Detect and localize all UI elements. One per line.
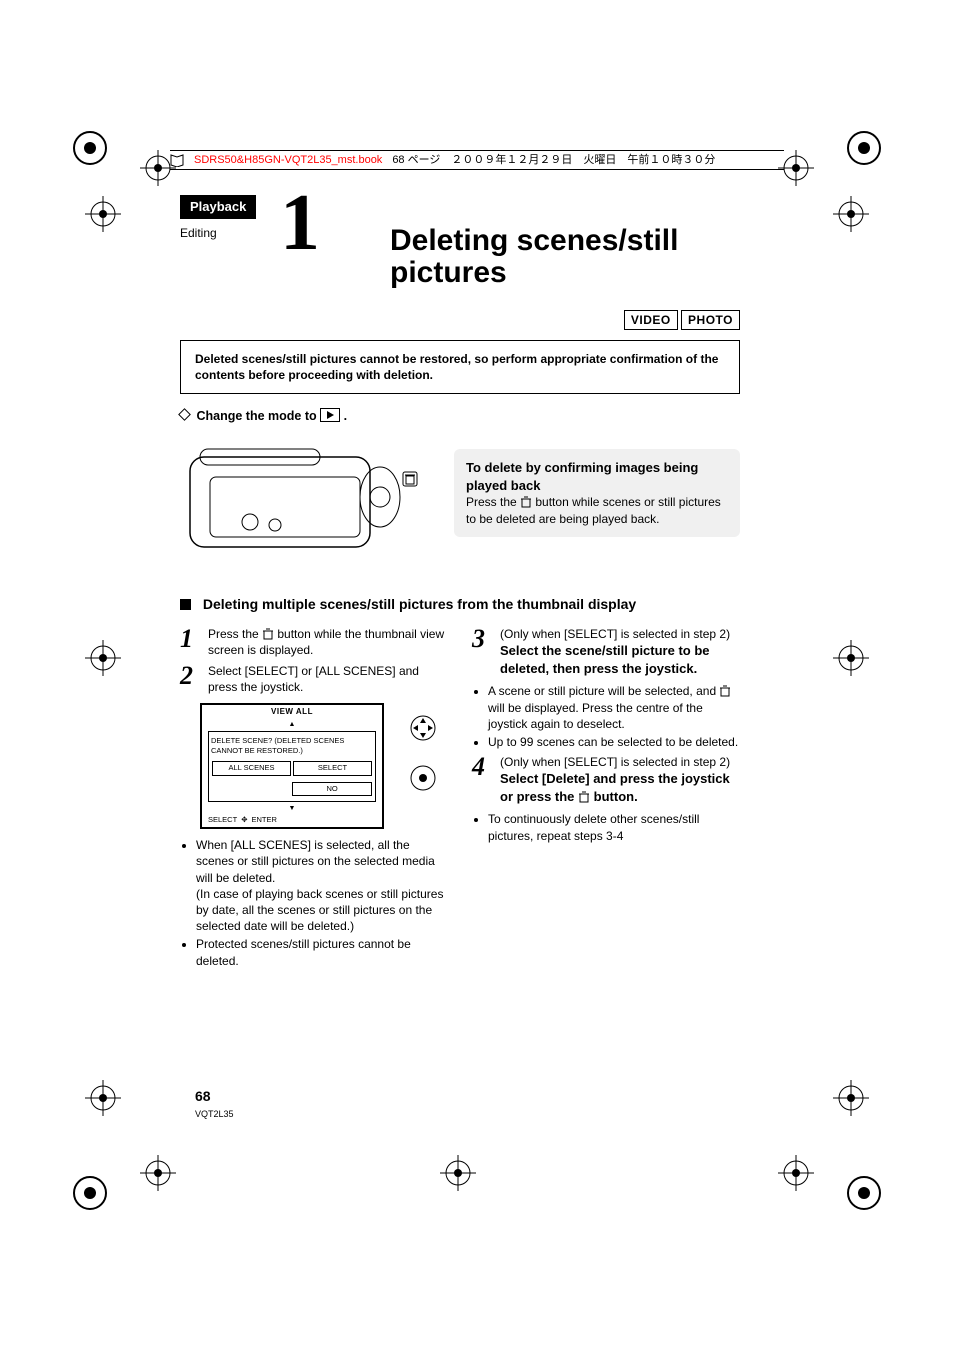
screen-footer-select: SELECT xyxy=(208,815,237,825)
title-line-1: Deleting scenes/still xyxy=(390,224,678,257)
note-item: Protected scenes/still pictures cannot b… xyxy=(196,936,448,968)
note-item: Up to 99 scenes can be selected to be de… xyxy=(488,734,740,750)
section-heading-text: Deleting multiple scenes/still pictures … xyxy=(203,596,636,612)
joystick-press-icon xyxy=(408,763,438,797)
page-content: Playback Editing 1 Deleting scenes/still… xyxy=(180,195,740,971)
step-number: 1 xyxy=(180,626,200,658)
photo-badge: PHOTO xyxy=(681,310,740,330)
globe-mark-icon xyxy=(72,1175,108,1211)
step-1-text: Press the button while the thumbnail vie… xyxy=(208,626,448,658)
globe-mark-icon xyxy=(846,130,882,166)
step-2-text: Select [SELECT] or [ALL SCENES] and pres… xyxy=(208,663,448,695)
trash-icon xyxy=(262,628,274,640)
step-3-text: Select the scene/still picture to be del… xyxy=(500,642,740,677)
step-3: 3 (Only when [SELECT] is selected in ste… xyxy=(472,626,740,677)
section-heading: Deleting multiple scenes/still pictures … xyxy=(180,595,740,614)
register-mark-icon xyxy=(833,196,869,232)
camera-screen-illustration: VIEW ALL ▲ DELETE SCENE? (DELETED SCENES… xyxy=(200,703,384,829)
screen-message: DELETE SCENE? (DELETED SCENES CANNOT BE … xyxy=(211,736,373,756)
note-item: A scene or still picture will be selecte… xyxy=(488,683,740,732)
document-id: VQT2L35 xyxy=(195,1108,234,1120)
joystick-dpad-icon: ✥ xyxy=(241,815,247,825)
register-mark-icon xyxy=(833,640,869,676)
callout-title: To delete by confirming images being pla… xyxy=(466,459,728,494)
change-mode-pre: Change the mode to xyxy=(196,409,320,423)
step-4-text: Select [Delete] and press the joystick o… xyxy=(500,770,740,805)
title-line-2: pictures xyxy=(390,256,507,289)
right-column: 3 (Only when [SELECT] is selected in ste… xyxy=(472,622,740,971)
register-mark-icon xyxy=(85,640,121,676)
step-4-notes: To continuously delete other scenes/stil… xyxy=(472,811,740,843)
step-3-notes: A scene or still picture will be selecte… xyxy=(472,683,740,750)
screen-title: VIEW ALL xyxy=(202,705,382,720)
register-mark-icon xyxy=(85,1080,121,1116)
note-item: To continuously delete other scenes/stil… xyxy=(488,811,740,843)
left-notes: When [ALL SCENES] is selected, all the s… xyxy=(180,837,448,969)
header-filename: SDRS50&H85GN-VQT2L35_mst.book xyxy=(194,153,382,168)
screen-btn-all-scenes: ALL SCENES xyxy=(212,761,291,775)
section-tab: Playback xyxy=(180,195,256,219)
chapter-number: 1 xyxy=(280,169,320,277)
video-badge: VIDEO xyxy=(624,310,678,330)
step-4-condition: (Only when [SELECT] is selected in step … xyxy=(500,754,740,770)
change-mode-instruction: Change the mode to . xyxy=(180,408,740,425)
square-bullet-icon xyxy=(180,599,191,610)
playback-mode-icon xyxy=(320,408,340,422)
screen-footer-enter: ENTER xyxy=(251,815,276,825)
step-2: 2 Select [SELECT] or [ALL SCENES] and pr… xyxy=(180,663,448,695)
globe-mark-icon xyxy=(846,1175,882,1211)
diamond-bullet-icon xyxy=(178,409,191,422)
header-pageinfo: 68 ページ ２００９年１２月２９日 火曜日 午前１０時３０分 xyxy=(392,153,715,168)
register-mark-icon xyxy=(85,196,121,232)
trash-icon xyxy=(520,496,532,508)
note-item: When [ALL SCENES] is selected, all the s… xyxy=(196,837,448,934)
step-number: 2 xyxy=(180,663,200,695)
left-column: 1 Press the button while the thumbnail v… xyxy=(180,622,448,971)
change-mode-post: . xyxy=(344,409,347,423)
step-3-condition: (Only when [SELECT] is selected in step … xyxy=(500,626,740,642)
header-bar: SDRS50&H85GN-VQT2L35_mst.book 68 ページ ２００… xyxy=(170,150,784,170)
trash-icon xyxy=(719,685,731,697)
mode-badges: VIDEO PHOTO xyxy=(624,310,740,330)
book-icon xyxy=(170,153,184,167)
callout-delete-during-playback: To delete by confirming images being pla… xyxy=(454,449,740,536)
register-mark-icon xyxy=(440,1155,476,1191)
screen-btn-no: NO xyxy=(292,782,372,796)
joystick-nav-icon xyxy=(408,713,438,747)
step-4: 4 (Only when [SELECT] is selected in ste… xyxy=(472,754,740,805)
warning-box: Deleted scenes/still pictures cannot be … xyxy=(180,340,740,394)
globe-mark-icon xyxy=(72,130,108,166)
register-mark-icon xyxy=(140,1155,176,1191)
step-number: 3 xyxy=(472,626,492,677)
trash-icon xyxy=(578,790,590,802)
step-number: 4 xyxy=(472,754,492,805)
page-title: Deleting scenes/still pictures xyxy=(390,225,678,288)
camcorder-illustration xyxy=(180,437,430,567)
screen-btn-select: SELECT xyxy=(293,761,372,775)
manual-page: SDRS50&H85GN-VQT2L35_mst.book 68 ページ ２００… xyxy=(0,0,954,1348)
page-number: 68 xyxy=(195,1087,211,1106)
callout-body: Press the button while scenes or still p… xyxy=(466,494,728,526)
register-mark-icon xyxy=(833,1080,869,1116)
step-1: 1 Press the button while the thumbnail v… xyxy=(180,626,448,658)
register-mark-icon xyxy=(778,1155,814,1191)
